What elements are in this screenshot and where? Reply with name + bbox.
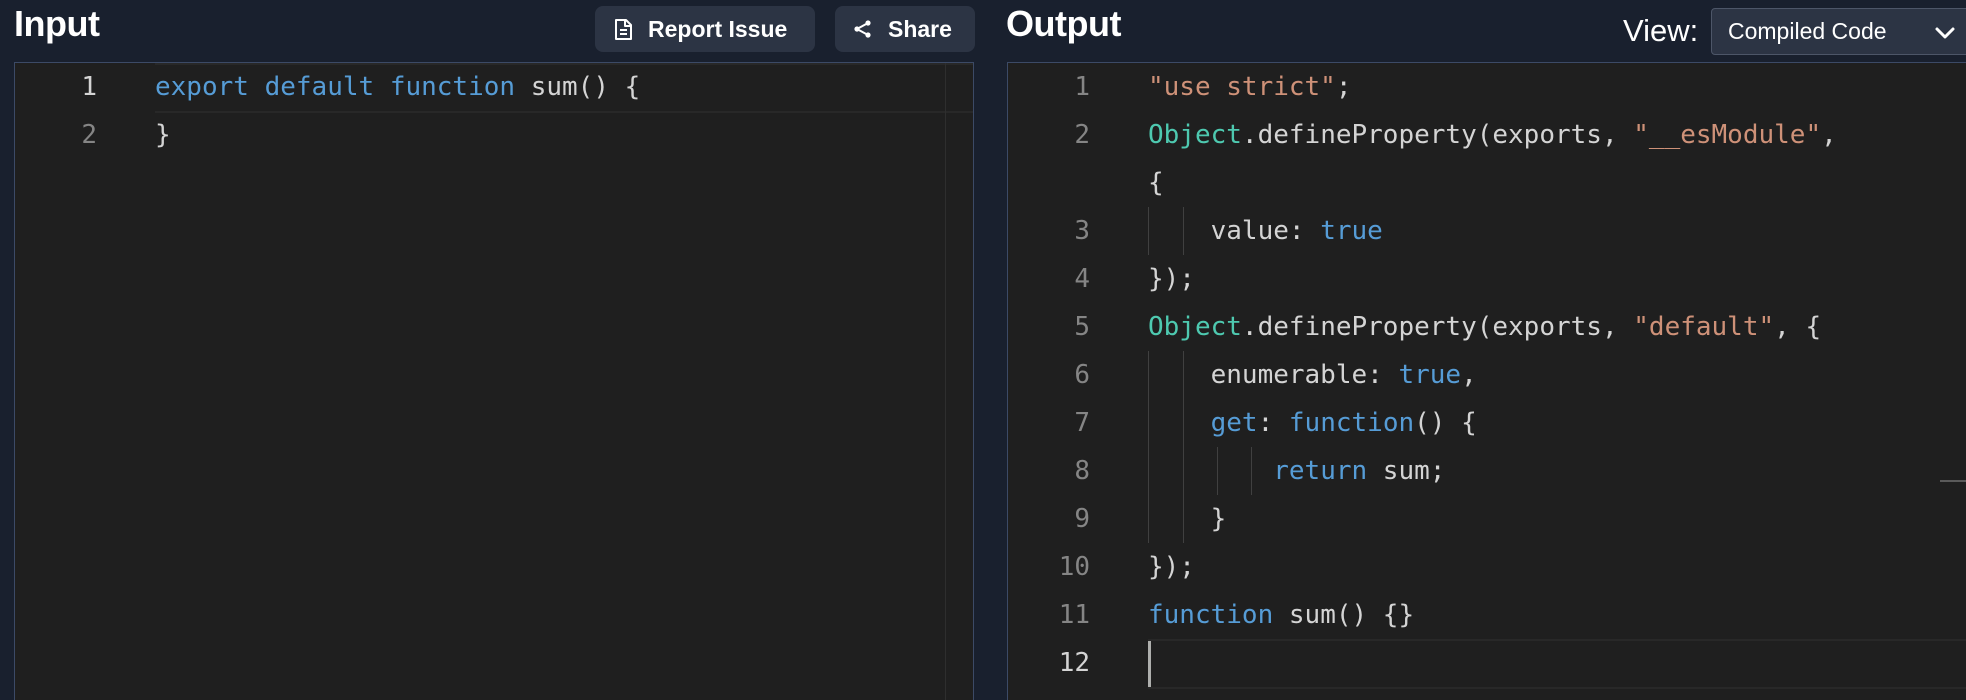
code-token: default — [264, 72, 375, 102]
code-token: sum; — [1367, 456, 1446, 486]
view-select[interactable]: Compiled Code — [1711, 8, 1966, 55]
code-token: Object — [1148, 312, 1242, 342]
code-token: "__esModule" — [1633, 120, 1822, 150]
code-token: true — [1320, 216, 1383, 246]
code-token: , { — [1774, 312, 1822, 342]
code-text: }); — [1148, 255, 1195, 303]
code-token: } — [155, 120, 171, 150]
code-token: value: — [1148, 216, 1321, 246]
line-number: 9 — [1074, 504, 1090, 534]
code-line[interactable]: 7 get: function() { — [1008, 399, 1966, 447]
code-token: }); — [1148, 264, 1195, 294]
code-text: } — [155, 111, 171, 159]
code-line[interactable]: 11 function sum() {} — [1008, 591, 1966, 639]
code-token: .defineProperty(exports, — [1241, 312, 1634, 342]
code-token: } — [1148, 504, 1227, 534]
line-number: 8 — [1074, 456, 1090, 486]
code-token: ; — [1335, 72, 1352, 102]
code-line[interactable]: 2 Object.defineProperty(exports, "__esMod… — [1008, 111, 1966, 159]
code-token: export — [155, 72, 249, 102]
code-token: }); — [1148, 552, 1195, 582]
code-line[interactable]: 1 "use strict"; — [1008, 63, 1966, 111]
code-token: "default" — [1633, 312, 1775, 342]
code-line[interactable]: 12 — [1008, 639, 1966, 687]
document-icon — [612, 18, 634, 40]
code-token: enumerable: — [1148, 360, 1399, 390]
code-text: enumerable: true, — [1148, 351, 1477, 399]
code-text: Object.defineProperty(exports, "default"… — [1148, 303, 1821, 351]
code-text: get: function() { — [1148, 399, 1477, 447]
code-token: , — [1821, 120, 1837, 150]
code-token: function — [1288, 408, 1415, 438]
line-number: 11 — [1058, 600, 1090, 630]
code-token: () { — [1414, 408, 1477, 438]
code-token: "use strict" — [1148, 72, 1336, 102]
code-line[interactable]: 9 } — [1008, 495, 1966, 543]
line-number: 1 — [1074, 72, 1090, 102]
line-number: 3 — [1074, 216, 1090, 246]
code-text: { — [1148, 159, 1164, 207]
chevron-down-icon — [1934, 22, 1956, 49]
code-line[interactable]: 2} — [15, 111, 973, 159]
code-text: Object.defineProperty(exports, "__esModu… — [1148, 111, 1837, 159]
code-text: }); — [1148, 543, 1195, 591]
code-text: export default function sum() { — [155, 63, 640, 111]
code-token: sum() {} — [1273, 600, 1415, 630]
line-number: 5 — [1074, 312, 1090, 342]
code-line[interactable]: 3 value: true — [1008, 207, 1966, 255]
line-number: 4 — [1074, 264, 1090, 294]
code-token: sum() { — [515, 72, 641, 102]
code-token: get — [1210, 408, 1258, 438]
code-token: , — [1461, 360, 1477, 390]
line-number: 1 — [81, 72, 97, 102]
view-select-value: Compiled Code — [1728, 18, 1887, 44]
code-text: value: true — [1148, 207, 1383, 255]
code-token: function — [1148, 600, 1274, 630]
report-issue-button[interactable]: Report Issue — [595, 6, 815, 52]
line-number: 2 — [81, 120, 97, 150]
code-line[interactable]: 1 export default function sum() { — [15, 63, 973, 111]
code-token: .defineProperty(exports, — [1241, 120, 1634, 150]
line-number: 2 — [1074, 120, 1090, 150]
code-token: { — [1148, 168, 1164, 198]
view-label: View: — [1623, 13, 1699, 48]
report-issue-label: Report Issue — [648, 15, 788, 42]
code-line[interactable]: { — [1008, 159, 1966, 207]
output-title: Output — [1006, 3, 1121, 44]
code-token: true — [1398, 360, 1462, 390]
input-title: Input — [14, 3, 100, 44]
code-token: function — [389, 72, 516, 102]
code-line[interactable]: 10}); — [1008, 543, 1966, 591]
line-number: 12 — [1058, 648, 1090, 678]
output-editor[interactable]: 1 "use strict"; 2 Object.defineProperty(exp… — [1007, 62, 1966, 700]
code-text: } — [1148, 495, 1227, 543]
share-button[interactable]: Share — [835, 6, 975, 52]
code-token: : — [1257, 408, 1289, 438]
code-line[interactable]: 6 enumerable: true, — [1008, 351, 1966, 399]
line-number: 6 — [1074, 360, 1090, 390]
code-text: function sum() {} — [1148, 591, 1414, 639]
code-text: "use strict"; — [1148, 63, 1352, 111]
code-text: return sum; — [1148, 447, 1445, 495]
code-token: Object — [1148, 120, 1242, 150]
line-number: 7 — [1074, 408, 1090, 438]
share-icon — [852, 18, 874, 40]
code-token: return — [1273, 456, 1368, 486]
line-number: 10 — [1058, 552, 1090, 582]
code-line[interactable]: 8 return sum; — [1008, 447, 1966, 495]
code-line[interactable]: 4}); — [1008, 255, 1966, 303]
playground: Input Report Issue Share Output View: Co… — [0, 0, 1966, 700]
input-editor[interactable]: 1 export default function sum() {2} — [14, 62, 974, 700]
share-label: Share — [888, 15, 952, 42]
code-line[interactable]: 5 Object.defineProperty(exports, "default… — [1008, 303, 1966, 351]
